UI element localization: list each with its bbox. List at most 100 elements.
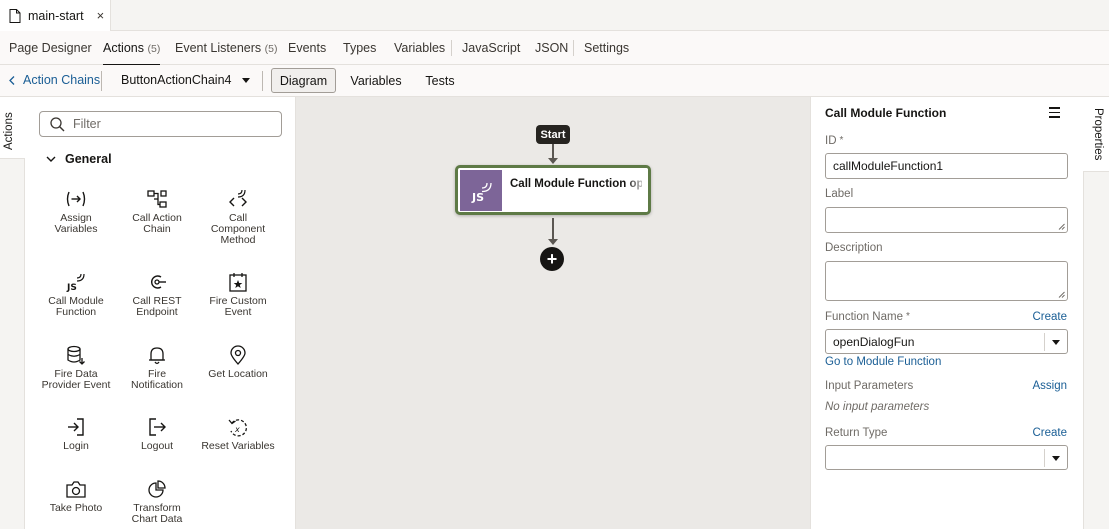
tab-events[interactable]: Events xyxy=(288,41,326,55)
call-component-method-icon xyxy=(229,189,247,207)
fire-custom-event-icon xyxy=(229,273,247,292)
return-type-select[interactable] xyxy=(825,445,1068,470)
assign-parameters-link[interactable]: Assign xyxy=(1032,380,1067,392)
function-name-label: Function Name * xyxy=(825,311,910,323)
chevron-down-icon xyxy=(1052,340,1060,345)
toolbar-divider xyxy=(262,71,263,91)
svg-text:x: x xyxy=(234,425,240,434)
palette-item-fire-custom-event[interactable]: Fire Custom Event xyxy=(198,272,278,318)
camera-icon xyxy=(66,481,86,498)
palette-item-call-component-method[interactable]: Call Component Method xyxy=(198,189,278,246)
tab-settings[interactable]: Settings xyxy=(584,41,629,55)
svg-text:JS: JS xyxy=(66,283,77,292)
palette-item-call-rest-endpoint[interactable]: Call REST Endpoint xyxy=(117,272,197,318)
tab-divider xyxy=(451,40,452,56)
actions-panel-tab[interactable]: Actions xyxy=(0,97,25,159)
bell-icon xyxy=(149,347,165,365)
left-panel-strip: Actions xyxy=(0,97,25,529)
assign-variables-icon xyxy=(66,191,86,207)
connector-arrow xyxy=(548,158,558,164)
palette-item-login[interactable]: Login xyxy=(36,417,116,452)
file-tab-bar: main-start × xyxy=(0,0,1109,31)
palette-item-call-module-function[interactable]: JS Call Module Function xyxy=(36,272,116,318)
tab-variables[interactable]: Variables xyxy=(394,41,445,55)
file-tab-label: main-start xyxy=(28,8,84,23)
chevron-down-icon xyxy=(46,156,56,162)
palette-item-transform-chart-data[interactable]: Transform Chart Data xyxy=(117,479,197,525)
action-chain-toolbar: Action Chains ButtonActionChain4 Diagram… xyxy=(0,65,1109,97)
variables-view-button[interactable]: Variables xyxy=(346,68,406,93)
action-chain-name: ButtonActionChain4 xyxy=(121,73,232,87)
add-action-button[interactable]: + xyxy=(540,247,564,271)
connector-line xyxy=(552,144,554,159)
document-icon xyxy=(9,8,21,23)
tab-page-designer[interactable]: Page Designer xyxy=(9,41,92,55)
call-action-chain-icon xyxy=(147,190,167,208)
chevron-down-icon xyxy=(1052,456,1060,461)
go-to-module-function-link[interactable]: Go to Module Function xyxy=(825,356,941,368)
fire-data-provider-event-icon xyxy=(67,345,85,365)
tests-view-button[interactable]: Tests xyxy=(420,68,460,93)
svg-text:JS: JS xyxy=(471,191,484,204)
call-module-function-node[interactable]: JS Call Module Function openDialogFun xyxy=(455,165,651,215)
tab-javascript[interactable]: JavaScript xyxy=(462,41,520,55)
label-label: Label xyxy=(825,188,854,200)
call-rest-endpoint-icon xyxy=(151,275,166,289)
toolbar-divider xyxy=(101,71,102,91)
right-panel-strip: Properties xyxy=(1083,97,1109,529)
tab-json[interactable]: JSON xyxy=(535,41,568,55)
location-pin-icon xyxy=(230,345,246,365)
designer-tab-bar: Page Designer Actions (5) Event Listener… xyxy=(0,31,1109,66)
diagram-canvas[interactable]: Start JS Call Module Function openDialog… xyxy=(296,97,810,529)
call-module-function-icon: JS xyxy=(66,273,85,292)
start-node[interactable]: Start xyxy=(536,125,570,144)
tab-event-listeners[interactable]: Event Listeners (5) xyxy=(175,41,278,55)
chevron-left-icon xyxy=(9,75,15,85)
properties-title: Call Module Function xyxy=(825,106,947,120)
tab-actions[interactable]: Actions (5) xyxy=(103,41,161,66)
palette-item-assign-variables[interactable]: Assign Variables xyxy=(36,189,116,235)
resize-handle-icon[interactable] xyxy=(1058,291,1065,298)
filter-input[interactable]: Filter xyxy=(39,111,282,137)
connector-line xyxy=(552,218,554,240)
file-tab-main-start[interactable]: main-start × xyxy=(0,0,111,31)
palette-item-fire-notification[interactable]: Fire Notification xyxy=(117,345,197,391)
menu-icon[interactable] xyxy=(1049,107,1060,121)
create-return-type-link[interactable]: Create xyxy=(1032,427,1067,439)
description-label: Description xyxy=(825,242,883,254)
diagram-view-button[interactable]: Diagram xyxy=(271,68,336,93)
transform-chart-data-icon xyxy=(148,480,166,498)
palette-item-get-location[interactable]: Get Location xyxy=(198,345,278,380)
palette-item-call-action-chain[interactable]: Call Action Chain xyxy=(117,189,197,235)
properties-panel-tab[interactable]: Properties xyxy=(1083,97,1109,172)
filter-placeholder: Filter xyxy=(73,117,101,131)
no-input-parameters-text: No input parameters xyxy=(825,401,930,413)
resize-handle-icon[interactable] xyxy=(1058,223,1065,230)
function-name-select[interactable]: openDialogFun xyxy=(825,329,1068,354)
id-field[interactable]: callModuleFunction1 xyxy=(825,153,1068,179)
general-section-header[interactable]: General xyxy=(46,152,112,166)
description-field[interactable] xyxy=(825,261,1068,301)
close-tab-icon[interactable]: × xyxy=(97,8,105,23)
node-title: Call Module Function openDialogFun xyxy=(510,178,642,190)
id-label: ID * xyxy=(825,135,844,147)
reset-variables-icon: x xyxy=(228,419,247,437)
palette-item-reset-variables[interactable]: x Reset Variables xyxy=(198,417,278,452)
back-to-action-chains-link[interactable]: Action Chains xyxy=(9,73,100,87)
palette-item-take-photo[interactable]: Take Photo xyxy=(36,479,116,514)
action-chain-select[interactable]: ButtonActionChain4 xyxy=(121,73,250,87)
label-field[interactable] xyxy=(825,207,1068,233)
tab-types[interactable]: Types xyxy=(343,41,376,55)
search-icon xyxy=(50,116,65,131)
node-title-fade xyxy=(626,168,648,212)
create-function-link[interactable]: Create xyxy=(1032,311,1067,323)
logout-icon xyxy=(149,418,166,436)
properties-panel: Call Module Function ID * callModuleFunct… xyxy=(810,97,1083,529)
input-parameters-label: Input Parameters xyxy=(825,380,914,392)
connector-arrow xyxy=(548,239,558,245)
palette-item-fire-data-provider-event[interactable]: Fire Data Provider Event xyxy=(36,345,116,391)
section-title: General xyxy=(65,152,112,166)
palette-item-logout[interactable]: Logout xyxy=(117,417,197,452)
login-icon xyxy=(68,418,84,436)
tab-divider xyxy=(573,40,574,56)
